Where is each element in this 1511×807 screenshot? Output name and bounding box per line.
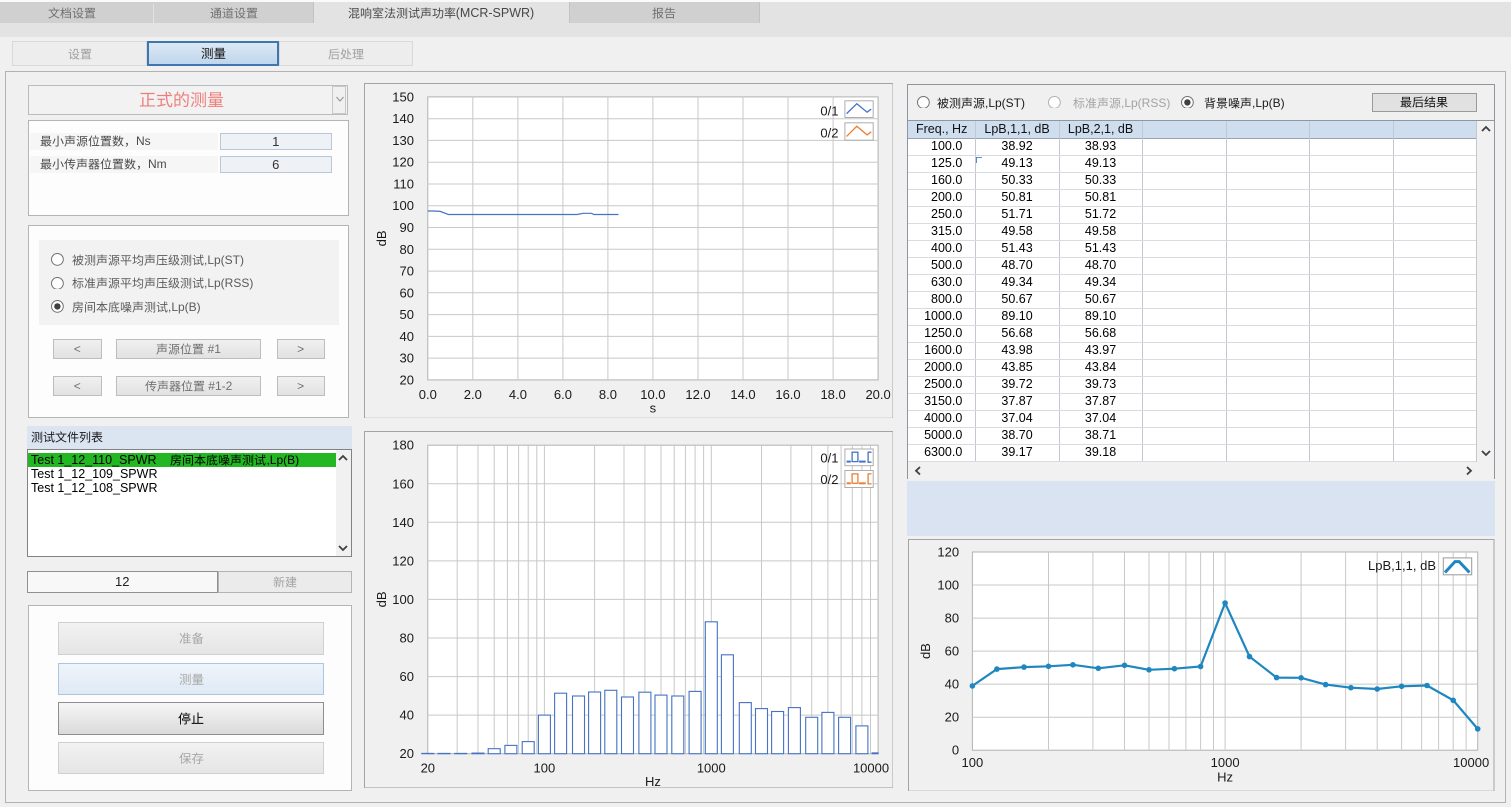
svg-text:1000: 1000 bbox=[1211, 755, 1240, 770]
svg-text:80: 80 bbox=[399, 630, 413, 645]
svg-text:60: 60 bbox=[945, 643, 959, 658]
svg-text:40: 40 bbox=[399, 328, 413, 343]
svg-text:dB: dB bbox=[374, 591, 389, 607]
svg-text:4.0: 4.0 bbox=[508, 386, 526, 401]
svg-text:0/2: 0/2 bbox=[820, 472, 838, 487]
svg-text:2.0: 2.0 bbox=[463, 386, 481, 401]
svg-text:110: 110 bbox=[393, 176, 414, 191]
svg-text:100: 100 bbox=[533, 760, 555, 775]
svg-text:160: 160 bbox=[392, 476, 414, 491]
svg-text:40: 40 bbox=[399, 707, 413, 722]
svg-text:130: 130 bbox=[392, 132, 414, 147]
svg-text:30: 30 bbox=[399, 350, 413, 365]
svg-text:s: s bbox=[649, 400, 656, 415]
svg-text:20.0: 20.0 bbox=[865, 386, 890, 401]
svg-text:100: 100 bbox=[962, 755, 984, 770]
svg-text:60: 60 bbox=[399, 669, 413, 684]
svg-text:20: 20 bbox=[399, 746, 413, 761]
svg-text:Hz: Hz bbox=[644, 774, 660, 788]
svg-text:120: 120 bbox=[392, 553, 414, 568]
svg-text:0/1: 0/1 bbox=[820, 103, 838, 118]
svg-text:80: 80 bbox=[399, 241, 413, 256]
svg-text:140: 140 bbox=[392, 514, 414, 529]
svg-text:40: 40 bbox=[945, 676, 959, 691]
svg-text:6.0: 6.0 bbox=[553, 386, 571, 401]
svg-text:8.0: 8.0 bbox=[598, 386, 616, 401]
svg-text:LpB,1,1, dB: LpB,1,1, dB bbox=[1368, 558, 1436, 573]
svg-text:180: 180 bbox=[392, 437, 414, 452]
svg-text:120: 120 bbox=[937, 544, 959, 559]
svg-text:0: 0 bbox=[952, 742, 959, 757]
svg-text:20: 20 bbox=[945, 709, 959, 724]
svg-text:14.0: 14.0 bbox=[730, 386, 755, 401]
svg-text:0/2: 0/2 bbox=[820, 125, 838, 140]
svg-text:dB: dB bbox=[374, 230, 389, 246]
svg-text:100: 100 bbox=[392, 198, 414, 213]
svg-text:50: 50 bbox=[399, 307, 413, 322]
svg-text:90: 90 bbox=[399, 220, 413, 235]
svg-text:100: 100 bbox=[937, 577, 959, 592]
svg-text:80: 80 bbox=[945, 610, 959, 625]
svg-text:10000: 10000 bbox=[852, 760, 888, 775]
svg-text:dB: dB bbox=[918, 643, 933, 659]
svg-text:20: 20 bbox=[420, 760, 434, 775]
svg-text:1000: 1000 bbox=[696, 760, 725, 775]
svg-text:18.0: 18.0 bbox=[820, 386, 845, 401]
svg-text:60: 60 bbox=[399, 285, 413, 300]
svg-text:100: 100 bbox=[392, 591, 414, 606]
svg-text:150: 150 bbox=[392, 89, 414, 104]
svg-text:120: 120 bbox=[392, 154, 414, 169]
svg-text:70: 70 bbox=[399, 263, 413, 278]
svg-text:140: 140 bbox=[392, 111, 414, 126]
svg-text:Hz: Hz bbox=[1217, 769, 1233, 784]
svg-text:0.0: 0.0 bbox=[418, 386, 436, 401]
svg-text:12.0: 12.0 bbox=[685, 386, 710, 401]
svg-text:0/1: 0/1 bbox=[820, 450, 838, 465]
svg-text:10000: 10000 bbox=[1453, 755, 1489, 770]
svg-text:20: 20 bbox=[399, 372, 413, 387]
svg-text:16.0: 16.0 bbox=[775, 386, 800, 401]
